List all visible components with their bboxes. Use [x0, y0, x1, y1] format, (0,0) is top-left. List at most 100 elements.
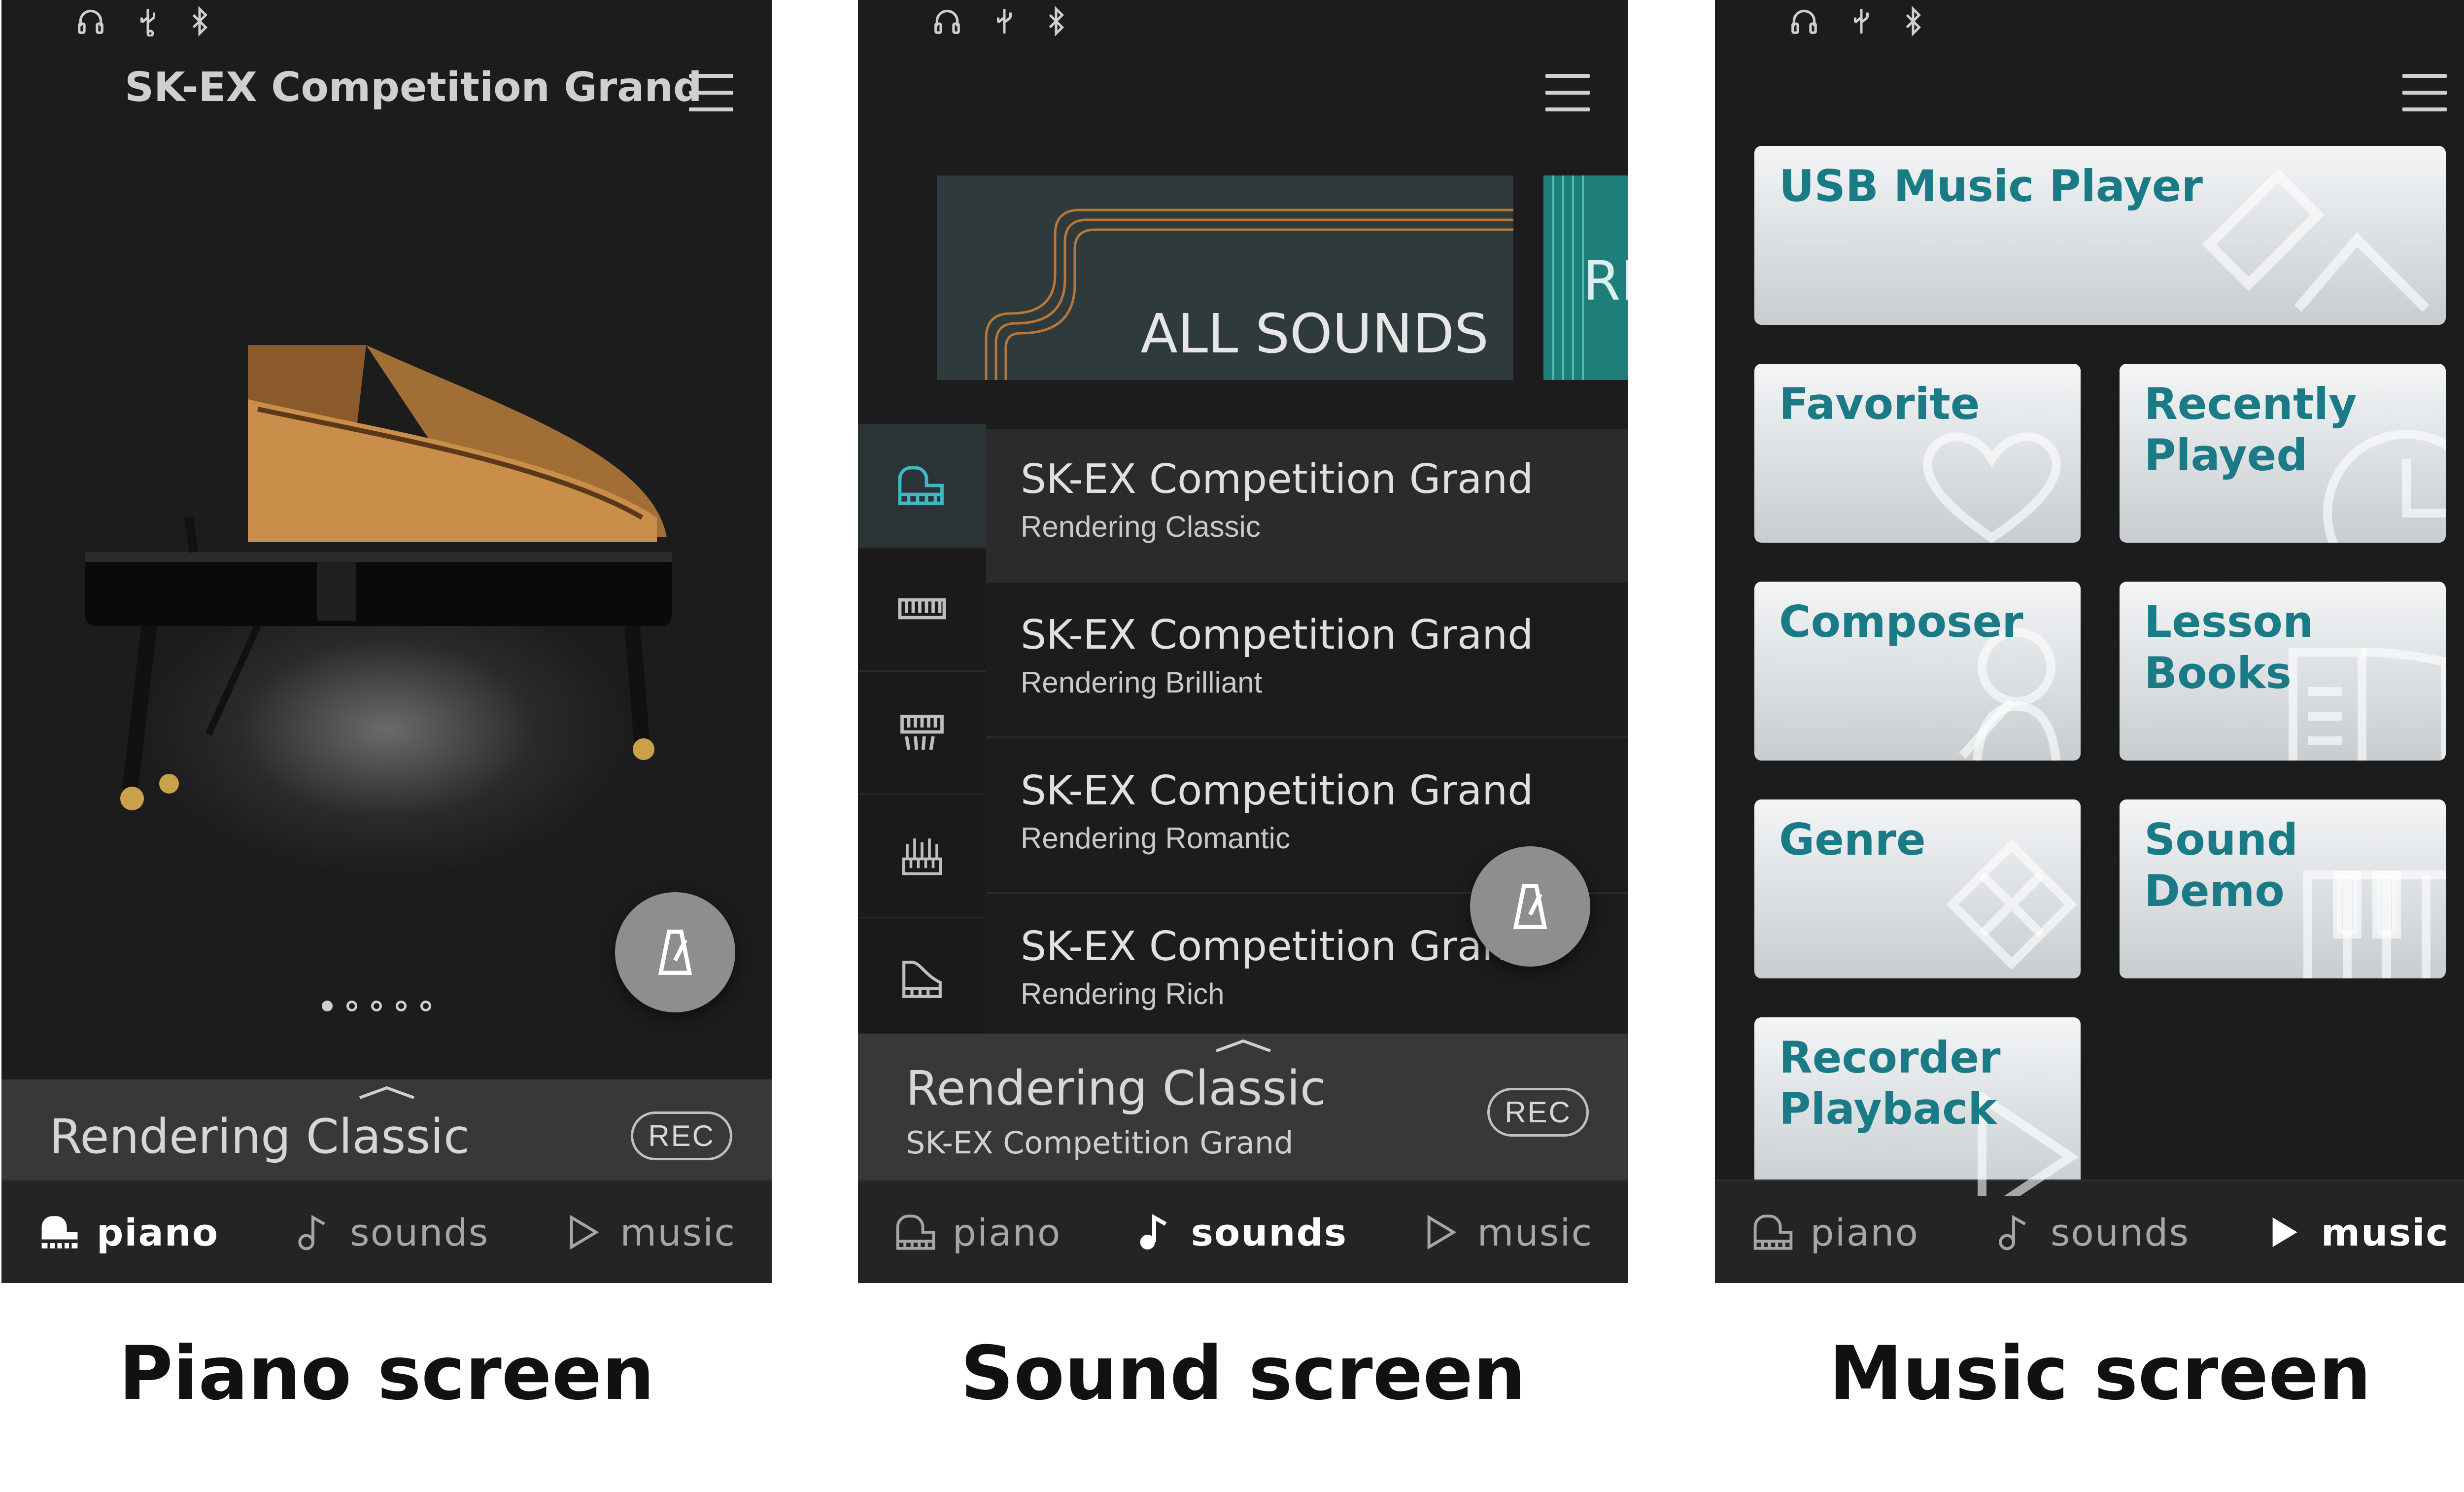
bottom-nav: piano sounds music [1, 1180, 772, 1283]
tab-label: piano [1810, 1210, 1919, 1254]
piano-icon [896, 1214, 935, 1250]
tile-genre[interactable]: Genre [1754, 799, 2081, 978]
sound-name: SK-EX Competition Grand [1021, 612, 1534, 659]
tab-music[interactable]: music [561, 1211, 736, 1254]
banner-label: ALL SOUNDS [1140, 302, 1489, 365]
category-grand-piano[interactable] [858, 424, 986, 549]
grand-piano-image [85, 345, 672, 810]
sound-screen: ALL SOUNDS RI SK-EX Competition Grand Re… [858, 0, 1628, 1283]
sound-title: SK-EX Competition Grand [125, 64, 702, 111]
tab-sounds[interactable]: sounds [1991, 1211, 2190, 1254]
tile-label: Lesson Books [2144, 596, 2314, 698]
tab-label: music [620, 1210, 736, 1254]
tab-piano[interactable]: piano [1751, 1211, 1919, 1254]
tile-recently-played[interactable]: Recently Played [2120, 364, 2446, 543]
category-harpsichord[interactable] [858, 670, 986, 795]
caption-sound-screen: Sound screen [960, 1331, 1526, 1417]
tile-label: Favorite [1779, 379, 1980, 429]
menu-icon[interactable] [2402, 74, 2447, 111]
tab-label: piano [952, 1210, 1061, 1254]
tab-label: music [2321, 1210, 2449, 1254]
tile-favorite[interactable]: Favorite [1754, 364, 2081, 543]
tile-label: Sound Demo [2144, 814, 2298, 916]
note-icon [1999, 1214, 2026, 1250]
rendering-panel[interactable]: Rendering Classic REC [1, 1079, 772, 1181]
heart-icon [1923, 432, 2061, 543]
tile-lesson-books[interactable]: Lesson Books [2120, 582, 2446, 761]
tile-label: USB Music Player [1779, 161, 2203, 211]
headphones-icon [1789, 6, 1819, 44]
metronome-button[interactable] [615, 892, 735, 1012]
tab-piano[interactable]: piano [37, 1211, 219, 1254]
page-indicator[interactable] [322, 1001, 431, 1011]
tab-label: sounds [1191, 1210, 1348, 1254]
electric-piano-icon [898, 598, 946, 620]
play-icon [570, 1214, 599, 1250]
category-upright-piano[interactable] [858, 917, 986, 1041]
usb-icon [992, 6, 1017, 44]
tile-label: Recently Played [2144, 379, 2357, 481]
category-organ[interactable] [858, 794, 986, 918]
caption-piano-screen: Piano screen [118, 1331, 655, 1417]
tab-piano[interactable]: piano [893, 1211, 1061, 1254]
chevron-up-icon[interactable] [1214, 1039, 1273, 1053]
menu-icon[interactable] [689, 74, 733, 111]
page-dot[interactable] [322, 1001, 333, 1011]
tab-sounds[interactable]: sounds [291, 1211, 489, 1254]
bottom-nav: piano sounds music [1715, 1180, 2464, 1283]
metronome-icon [658, 930, 692, 975]
all-sounds-banner[interactable]: ALL SOUNDS [937, 175, 1513, 380]
usb-icon [136, 6, 160, 44]
piano-icon [41, 1216, 78, 1249]
page-dot[interactable] [420, 1001, 431, 1011]
tab-label: piano [96, 1210, 219, 1254]
sound-list-item[interactable]: SK-EX Competition Grand Rendering Brilli… [986, 585, 1628, 738]
play-icon [2272, 1217, 2297, 1247]
note-icon [298, 1214, 325, 1250]
menu-icon[interactable] [1545, 74, 1590, 111]
grand-piano-icon [898, 466, 944, 505]
current-sound: SK-EX Competition Grand [906, 1125, 1294, 1161]
metronome-button[interactable] [1470, 846, 1590, 967]
bluetooth-icon [1046, 5, 1066, 44]
tile-sound-demo[interactable]: Sound Demo [2120, 799, 2446, 978]
rec-button[interactable]: REC [1487, 1088, 1589, 1137]
sound-name: SK-EX Competition Grand [1021, 767, 1534, 814]
harpsichord-icon [900, 715, 944, 750]
tile-label: Composer [1779, 596, 2023, 647]
piano-icon [1754, 1214, 1793, 1250]
category-electric-piano[interactable] [858, 547, 986, 672]
rec-button[interactable]: REC [631, 1111, 732, 1160]
tile-usb-music-player[interactable]: USB Music Player [1754, 146, 2446, 325]
page-dot[interactable] [371, 1001, 382, 1011]
category-strip [858, 424, 986, 1041]
tab-music[interactable]: music [1418, 1211, 1593, 1254]
sound-rendering: Rendering Rich [1021, 977, 1225, 1010]
bluetooth-icon [190, 5, 209, 44]
sound-rendering: Rendering Brilliant [1021, 666, 1263, 699]
page-dot[interactable] [346, 1001, 357, 1011]
tile-composer[interactable]: Composer [1754, 582, 2081, 761]
tab-label: sounds [2050, 1210, 2190, 1254]
status-bar [932, 5, 1066, 44]
organ-icon [902, 838, 942, 875]
upright-piano-icon [902, 961, 942, 998]
headphones-icon [932, 6, 962, 44]
rendering-panel[interactable]: Rendering Classic SK-EX Competition Gran… [858, 1034, 1628, 1181]
tile-label: Genre [1779, 814, 1926, 865]
tab-sounds[interactable]: sounds [1132, 1211, 1347, 1254]
music-screen: USB Music Player Favorite Recently Playe… [1715, 0, 2464, 1283]
sound-name: SK-EX Competition Grand [1021, 456, 1534, 503]
tile-label: Recorder Playback [1779, 1032, 2001, 1134]
play-icon [1427, 1214, 1457, 1250]
page-dot[interactable] [396, 1001, 407, 1011]
sound-rendering: Rendering Classic [1021, 510, 1261, 543]
current-rendering: Rendering Classic [49, 1109, 470, 1164]
category-banner[interactable]: RI [1543, 175, 1628, 380]
banner-label: RI [1583, 249, 1628, 312]
tile-recorder-playback[interactable]: Recorder Playback [1754, 1017, 2081, 1196]
chevron-up-icon[interactable] [357, 1085, 416, 1100]
bluetooth-icon [1903, 5, 1923, 44]
tab-music[interactable]: music [2262, 1211, 2449, 1254]
sound-list-item[interactable]: SK-EX Competition Grand Rendering Classi… [986, 429, 1628, 583]
